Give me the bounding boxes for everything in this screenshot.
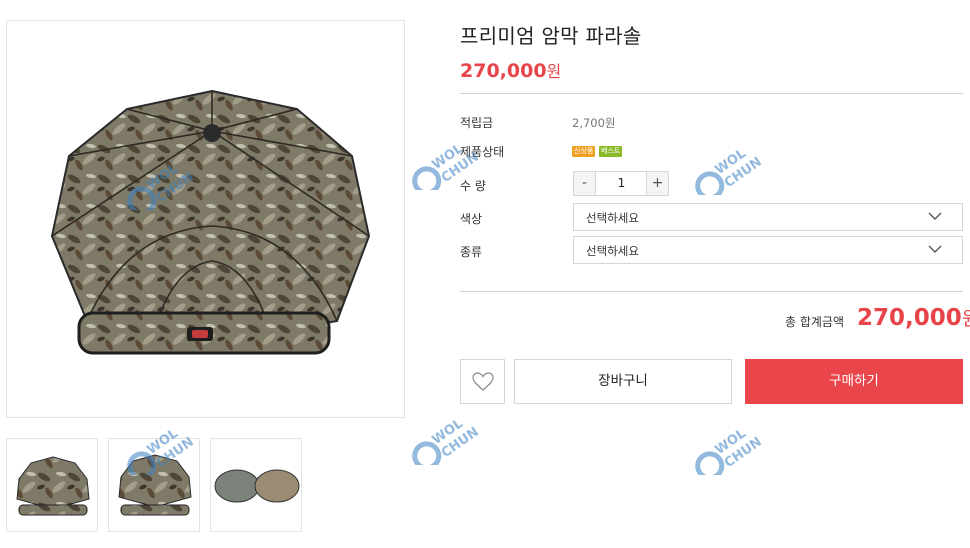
quantity-stepper: - + <box>573 171 669 196</box>
thumbnail-3[interactable] <box>210 438 302 532</box>
type-label: 종류 <box>460 245 483 259</box>
quantity-label: 수 량 <box>460 179 486 193</box>
product-price: 270,000원 <box>460 58 561 82</box>
divider <box>460 93 963 94</box>
main-product-image <box>6 20 405 418</box>
status-label: 제품상태 <box>460 145 505 159</box>
increase-button[interactable]: + <box>646 172 668 195</box>
chevron-down-icon <box>928 212 942 220</box>
total-label: 총 합계금액 <box>785 315 845 329</box>
product-info: 프리미엄 암막 파라솔 270,000원 적립금 2,700원 제품상태 신상품… <box>460 0 970 548</box>
price-unit: 원 <box>546 62 562 81</box>
wishlist-button[interactable] <box>460 359 505 404</box>
total-price: 270,000원 <box>857 304 970 331</box>
thumbnail-strip <box>6 438 406 532</box>
color-label: 색상 <box>460 212 483 226</box>
thumbnail-1[interactable] <box>6 438 98 532</box>
color-select[interactable]: 선택하세요 <box>573 203 963 231</box>
points-label: 적립금 <box>460 116 494 130</box>
color-select-value: 선택하세요 <box>586 211 639 225</box>
add-to-cart-button[interactable]: 장바구니 <box>514 359 732 404</box>
price-number: 270,000 <box>460 60 547 82</box>
thumbnail-2[interactable] <box>108 438 200 532</box>
new-badge: 신상품 <box>572 146 596 157</box>
buy-now-button[interactable]: 구매하기 <box>745 359 963 404</box>
type-select[interactable]: 선택하세요 <box>573 236 963 264</box>
type-select-value: 선택하세요 <box>586 244 639 258</box>
heart-icon <box>472 372 494 391</box>
total-number: 270,000 <box>857 305 962 331</box>
best-badge: 베스트 <box>599 146 623 157</box>
umbrella-photo <box>50 89 371 355</box>
points-value: 2,700원 <box>572 116 616 130</box>
divider <box>460 291 963 292</box>
decrease-button[interactable]: - <box>574 172 596 195</box>
total-unit: 원 <box>962 308 970 330</box>
chevron-down-icon <box>928 245 942 253</box>
quantity-input[interactable] <box>597 172 646 195</box>
product-title: 프리미엄 암막 파라솔 <box>460 24 642 48</box>
